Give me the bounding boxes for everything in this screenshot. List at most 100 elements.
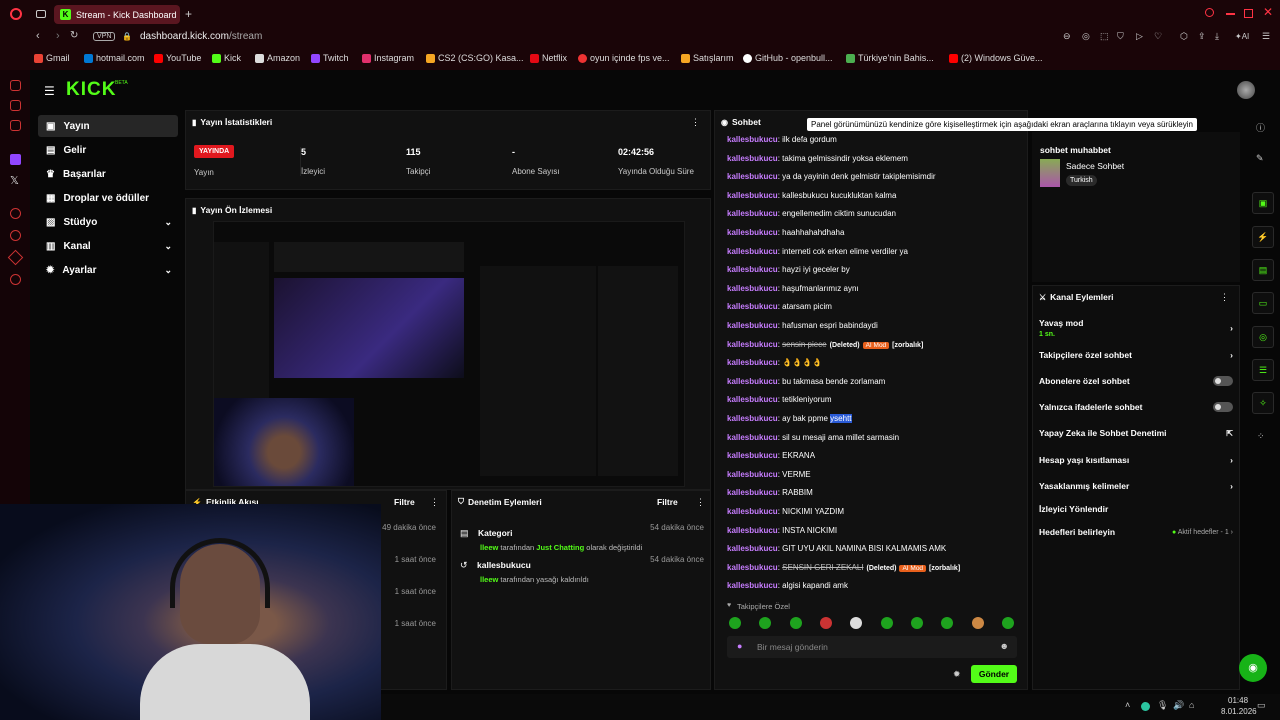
chat-settings-icon[interactable]: ✹ <box>953 669 961 680</box>
chat-username[interactable]: kallesbukucu <box>727 284 778 293</box>
bookmark-amazon[interactable]: Amazon <box>255 53 300 63</box>
subs-only-item[interactable]: Abonelere özel sohbet <box>1039 376 1233 386</box>
chat-username[interactable]: kallesbukucu <box>727 488 778 497</box>
history-icon[interactable] <box>10 230 21 241</box>
tray-mic-icon[interactable]: 🎙 <box>1157 700 1168 711</box>
chat-username[interactable]: kallesbukucu <box>727 340 778 349</box>
bookmark-youtube[interactable]: YouTube <box>154 53 201 63</box>
info-icon[interactable]: ⓘ <box>1256 121 1265 134</box>
emote[interactable] <box>881 617 893 629</box>
mail-icon[interactable] <box>10 120 21 131</box>
chat-username[interactable]: kallesbukucu <box>727 433 778 442</box>
goals-item[interactable]: Hedefleri belirleyin ● Aktif hedefler - 1… <box>1039 527 1233 537</box>
tray-chevron-icon[interactable]: ˄ <box>1125 700 1130 710</box>
support-icon[interactable]: ◉ <box>1239 654 1267 682</box>
chat-username[interactable]: kallesbukucu <box>727 321 778 330</box>
emote[interactable] <box>911 617 923 629</box>
play-icon[interactable]: ▷ <box>1136 31 1143 42</box>
chat-input[interactable]: ● Bir mesaj gönderin ☻ <box>727 636 1017 658</box>
opera-logo-icon[interactable] <box>10 8 22 20</box>
settings-icon[interactable] <box>10 274 21 285</box>
emote[interactable] <box>850 617 862 629</box>
tool-button-chat[interactable]: ▭ <box>1252 292 1274 314</box>
sidebar-item-droplar[interactable]: ▦ Droplar ve ödüller <box>38 187 178 209</box>
back-icon[interactable]: ‹ <box>36 30 40 42</box>
snapshot-icon[interactable]: ⬚ <box>1100 31 1109 42</box>
url-field[interactable]: dashboard.kick.com/stream <box>140 31 262 42</box>
chat-username[interactable]: kallesbukucu <box>727 507 778 516</box>
tray-network-icon[interactable]: ⌂ <box>1189 700 1194 710</box>
mic-icon[interactable]: ● <box>737 641 742 651</box>
emote[interactable] <box>1002 617 1014 629</box>
tool-button-broadcast[interactable]: ◎ <box>1252 326 1274 348</box>
forward-icon[interactable]: › <box>56 30 60 42</box>
chat-username[interactable]: kallesbukucu <box>727 544 778 553</box>
tray-time[interactable]: 01:48 <box>1228 696 1248 705</box>
sidebar-item-gelir[interactable]: ▤ Gelir <box>38 139 178 161</box>
emote[interactable] <box>820 617 832 629</box>
bookmark-github[interactable]: GitHub - openbull... <box>743 53 833 63</box>
download-icon[interactable]: ⤓ <box>1215 31 1219 42</box>
chat-username[interactable]: kallesbukucu <box>727 526 778 535</box>
emotes-only-toggle[interactable] <box>1213 402 1233 412</box>
shield-icon[interactable]: ⛉ <box>1117 31 1124 42</box>
emote[interactable] <box>759 617 771 629</box>
sidebar-item-studyo[interactable]: ▨ Stüdyo ⌄ <box>38 211 178 233</box>
chat-username[interactable]: kallesbukucu <box>727 414 778 423</box>
emote[interactable] <box>972 617 984 629</box>
extensions-icon[interactable]: ⬡ <box>1180 31 1188 42</box>
subs-only-toggle[interactable] <box>1213 376 1233 386</box>
aria-icon[interactable] <box>10 80 21 91</box>
more-icon[interactable]: ⋮ <box>691 117 700 128</box>
twitch-sidebar-icon[interactable] <box>10 154 21 165</box>
tray-app-icon[interactable] <box>1141 702 1150 711</box>
music-icon[interactable] <box>10 208 21 219</box>
chat-username[interactable]: kallesbukucu <box>727 265 778 274</box>
kick-logo[interactable]: KICK <box>66 79 116 101</box>
banned-words-item[interactable]: Yasaklanmış kelimeler › <box>1039 481 1233 491</box>
chat-username[interactable]: kallesbukucu <box>727 302 778 311</box>
bookmark-instagram[interactable]: Instagram <box>362 53 414 63</box>
bookmark-kick[interactable]: Kick <box>212 53 241 63</box>
account-age-item[interactable]: Hesap yaşı kısıtlaması › <box>1039 455 1233 465</box>
chat-username[interactable]: kallesbukucu <box>727 228 778 237</box>
ai-mod-item[interactable]: Yapay Zeka ile Sohbet Denetimi ⇱ <box>1039 428 1233 438</box>
tab-kick-dashboard[interactable]: K Stream - Kick Dashboard <box>54 5 180 24</box>
bookmark-windows[interactable]: (2) Windows Güve... <box>949 53 1043 63</box>
more-icon[interactable]: ⋮ <box>430 497 439 508</box>
chat-username[interactable]: kallesbukucu <box>727 451 778 460</box>
chat-username[interactable]: kallesbukucu <box>727 191 778 200</box>
sidebar-item-yayin[interactable]: ▣ Yayın <box>38 115 178 137</box>
emote[interactable] <box>941 617 953 629</box>
chat-username[interactable]: kallesbukucu <box>727 172 778 181</box>
bookmark-cs2[interactable]: CS2 (CS:GO) Kasa... <box>426 53 524 63</box>
menu-icon[interactable]: ☰ <box>1262 31 1270 42</box>
more-icon[interactable]: ⋮ <box>1220 292 1229 303</box>
tray-volume-icon[interactable]: 🔊 <box>1173 700 1184 711</box>
maximize-icon[interactable] <box>1244 9 1253 18</box>
chat-username[interactable]: kallesbukucu <box>727 154 778 163</box>
x-icon[interactable]: 𝕏 <box>10 174 19 187</box>
tab-menu-icon[interactable] <box>36 10 46 18</box>
close-icon[interactable]: ✕ <box>1263 5 1273 19</box>
chat-username[interactable]: kallesbukucu <box>727 358 778 367</box>
tool-button-notes[interactable]: ▤ <box>1252 259 1274 281</box>
chat-username[interactable]: kallesbukucu <box>727 247 778 256</box>
bookmark-bahis[interactable]: Türkiye'nin Bahis... <box>846 53 934 63</box>
reload-icon[interactable]: ↻ <box>70 30 78 41</box>
vpn-badge[interactable]: VPN <box>93 32 116 41</box>
tool-button-lightning[interactable]: ⚡ <box>1252 226 1274 248</box>
edit-icon[interactable]: ✎ <box>1256 153 1264 164</box>
bookmark-hotmail[interactable]: hotmail.com <box>84 53 145 63</box>
bookmark-satislarim[interactable]: Satışlarım <box>681 53 734 63</box>
tray-date[interactable]: 8.01.2026 <box>1221 707 1257 716</box>
camera-icon[interactable]: ◎ <box>1082 31 1090 42</box>
sidebar-item-basarilar[interactable]: ♛ Başarılar <box>38 163 178 185</box>
minimize-icon[interactable] <box>1226 13 1235 15</box>
send-button[interactable]: Gönder <box>971 665 1017 683</box>
bookmark-netflix[interactable]: Netflix <box>530 53 567 63</box>
notification-icon[interactable]: ▭ <box>1257 700 1266 711</box>
bookmark-fps[interactable]: oyun içinde fps ve... <box>578 53 670 63</box>
emote[interactable] <box>790 617 802 629</box>
chat-username[interactable]: kallesbukucu <box>727 470 778 479</box>
